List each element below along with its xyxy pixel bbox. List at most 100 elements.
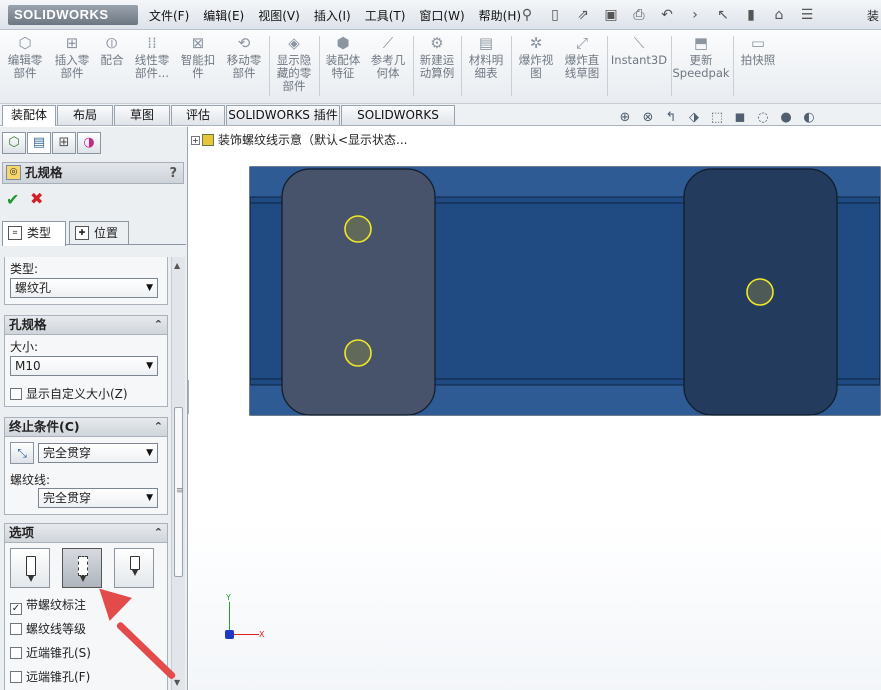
far-countersink-checkbox[interactable]: 远端锥孔(F) bbox=[10, 668, 90, 685]
display-manager-tab[interactable]: ◑ bbox=[77, 132, 101, 154]
checkbox-box[interactable] bbox=[10, 647, 22, 659]
solidworks-logo[interactable]: SOLIDWORKS bbox=[8, 5, 138, 25]
feature-manager-tab[interactable]: ⬡ bbox=[2, 132, 26, 154]
previous-view-icon[interactable]: ↰ bbox=[661, 109, 681, 127]
smart-fastener-button[interactable]: ⊠ 智能扣 件 bbox=[176, 34, 220, 98]
end-condition-select[interactable]: 完全贯穿 ▼ bbox=[38, 443, 158, 463]
print-icon[interactable]: ⎙ bbox=[626, 4, 652, 26]
pm-scrollbar[interactable]: ▲ ≡ ▼ bbox=[171, 257, 185, 690]
tab-addins[interactable]: SOLIDWORKS 插件 bbox=[226, 105, 340, 125]
tab-layout[interactable]: 布局 bbox=[57, 105, 113, 125]
group-header[interactable]: 选项 ⌃ bbox=[5, 524, 167, 543]
tab-assembly[interactable]: 装配体 bbox=[2, 105, 56, 126]
scroll-down-icon[interactable]: ▼ bbox=[174, 678, 180, 687]
tab-type[interactable]: ⌗ 类型 bbox=[2, 221, 66, 246]
scroll-thumb[interactable]: ≡ bbox=[174, 407, 184, 577]
linear-pattern-button[interactable]: ⁞⁞ 线性零 部件... bbox=[130, 34, 174, 98]
thread-select[interactable]: 完全贯穿 ▼ bbox=[38, 488, 158, 508]
reverse-direction-button[interactable]: ⤡ bbox=[10, 442, 34, 464]
near-countersink-checkbox[interactable]: 近端锥孔(S) bbox=[10, 644, 91, 661]
explode-view-button[interactable]: ✲ 爆炸视 图 bbox=[514, 34, 558, 98]
reference-geometry-button[interactable]: ⟋ 参考几 何体 bbox=[366, 34, 410, 98]
zoom-fit-icon[interactable]: ⊕ bbox=[615, 109, 635, 127]
size-select[interactable]: M10 ▼ bbox=[10, 356, 158, 376]
rebuild-icon[interactable]: ▮ bbox=[738, 4, 764, 26]
open-file-icon[interactable]: ⇗ bbox=[570, 4, 596, 26]
show-hidden-parts-button[interactable]: ◈ 显示隐 藏的零 部件 bbox=[272, 34, 316, 98]
collapse-icon[interactable]: ⌃ bbox=[154, 418, 163, 436]
remove-thread-icon bbox=[130, 556, 140, 576]
assembly-feature-button[interactable]: ⬢ 装配体 特征 bbox=[322, 34, 364, 98]
thread-class-checkbox[interactable]: 螺纹线等级 bbox=[10, 620, 86, 637]
section-view-icon[interactable]: ⬗ bbox=[684, 109, 704, 127]
tab-position[interactable]: ✚ 位置 bbox=[69, 221, 129, 245]
ok-button[interactable]: ✔ bbox=[6, 190, 19, 209]
checkbox-box[interactable] bbox=[10, 623, 22, 635]
tab-mbd[interactable]: SOLIDWORKS MBD bbox=[341, 105, 455, 141]
new-file-icon[interactable]: ▯ bbox=[542, 4, 568, 26]
option-tap-drill-button[interactable] bbox=[10, 548, 50, 588]
help-button[interactable]: ? bbox=[169, 164, 177, 184]
menu-file[interactable]: 文件(F) bbox=[142, 7, 196, 24]
configuration-manager-tab[interactable]: ⊞ bbox=[52, 132, 76, 154]
custom-size-checkbox[interactable]: 显示自定义大小(Z) bbox=[10, 385, 128, 402]
reverse-direction-icon: ⤡ bbox=[17, 446, 27, 460]
snapshot-button[interactable]: ▭ 拍快照 bbox=[736, 34, 780, 98]
menu-insert[interactable]: 插入(I) bbox=[307, 7, 358, 24]
move-part-button[interactable]: ⟲ 移动零 部件 bbox=[222, 34, 266, 98]
menu-window[interactable]: 窗口(W) bbox=[412, 7, 471, 24]
collapse-icon[interactable]: ⌃ bbox=[154, 316, 163, 334]
hole-marker[interactable] bbox=[344, 215, 372, 243]
redo-icon[interactable]: › bbox=[682, 4, 708, 26]
select-icon[interactable]: ↖ bbox=[710, 4, 736, 26]
checkbox-box[interactable] bbox=[10, 671, 22, 683]
cancel-button[interactable]: ✖ bbox=[30, 189, 43, 208]
graphics-area[interactable]: + 装饰螺纹线示意（默认<显示状态... Y X bbox=[189, 127, 881, 690]
property-manager-tab[interactable]: ▤ bbox=[27, 132, 51, 154]
view-orientation-icon[interactable]: ⬚ bbox=[707, 109, 727, 127]
option-cosmetic-thread-button[interactable] bbox=[62, 548, 102, 588]
scroll-up-icon[interactable]: ▲ bbox=[174, 261, 180, 270]
hide-show-icon[interactable]: ◌ bbox=[753, 109, 773, 127]
group-header[interactable]: 终止条件(C) ⌃ bbox=[5, 418, 167, 437]
hole-marker[interactable] bbox=[344, 339, 372, 367]
save-icon[interactable]: ▣ bbox=[598, 4, 624, 26]
type-select[interactable]: 螺纹孔 ▼ bbox=[10, 278, 158, 298]
undo-icon[interactable]: ↶ bbox=[654, 4, 680, 26]
collapse-icon[interactable]: ⌃ bbox=[154, 524, 163, 542]
checkbox-box[interactable]: ✓ bbox=[10, 603, 22, 615]
menu-tools[interactable]: 工具(T) bbox=[358, 7, 413, 24]
appearance-icon[interactable]: ● bbox=[776, 109, 796, 127]
insert-part-button[interactable]: ⊞ 插入零 部件 bbox=[50, 34, 94, 98]
heads-up-view-toolbar: ⊕ ⊗ ↰ ⬗ ⬚ ◼ ◌ ● ◐ bbox=[615, 109, 819, 127]
new-motion-study-button[interactable]: ⚙ 新建运 动算例 bbox=[416, 34, 458, 98]
cosmetic-callout-checkbox[interactable]: ✓ 带螺纹标注 bbox=[10, 596, 86, 615]
grip-icon: ≡ bbox=[176, 486, 184, 496]
menu-edit[interactable]: 编辑(E) bbox=[196, 7, 251, 24]
bom-button[interactable]: ▤ 材料明 细表 bbox=[464, 34, 508, 98]
position-icon: ✚ bbox=[75, 226, 89, 240]
options-icon[interactable]: ☰ bbox=[794, 4, 820, 26]
update-speedpak-button[interactable]: ⬒ 更新 Speedpak bbox=[672, 34, 730, 98]
group-header[interactable]: 孔规格 ⌃ bbox=[5, 316, 167, 335]
mate-button[interactable]: ⦶ 配合 bbox=[96, 34, 128, 98]
menu-view[interactable]: 视图(V) bbox=[251, 7, 307, 24]
scene-icon[interactable]: ◐ bbox=[799, 109, 819, 127]
tab-sketch[interactable]: 草图 bbox=[114, 105, 170, 125]
hole-marker[interactable] bbox=[746, 278, 774, 306]
tab-evaluate[interactable]: 评估 bbox=[171, 105, 225, 125]
checkbox-box[interactable] bbox=[10, 388, 22, 400]
zoom-area-icon[interactable]: ⊗ bbox=[638, 109, 658, 127]
pin-icon[interactable]: ⚲ bbox=[514, 4, 540, 26]
file-properties-icon[interactable]: ⌂ bbox=[766, 4, 792, 26]
edit-part-button[interactable]: ⬡ 编辑零 部件 bbox=[4, 34, 46, 98]
instant3d-button[interactable]: ⟍ Instant3D bbox=[610, 34, 668, 98]
pm-body: 类型: 螺纹孔 ▼ 孔规格 ⌃ 大小: M10 ▼ 显示自定义大小(Z) 终止条件(C… bbox=[2, 257, 170, 690]
cosmetic-thread-icon bbox=[78, 556, 88, 582]
explode-view-icon: ✲ bbox=[529, 34, 543, 52]
explode-line-sketch-button[interactable]: ⤢ 爆炸直 线草图 bbox=[560, 34, 604, 98]
main-menu: 文件(F) 编辑(E) 视图(V) 插入(I) 工具(T) 窗口(W) 帮助(H… bbox=[142, 7, 528, 24]
left-pocket[interactable] bbox=[281, 168, 436, 416]
display-style-icon[interactable]: ◼ bbox=[730, 109, 750, 127]
option-remove-thread-button[interactable] bbox=[114, 548, 154, 588]
